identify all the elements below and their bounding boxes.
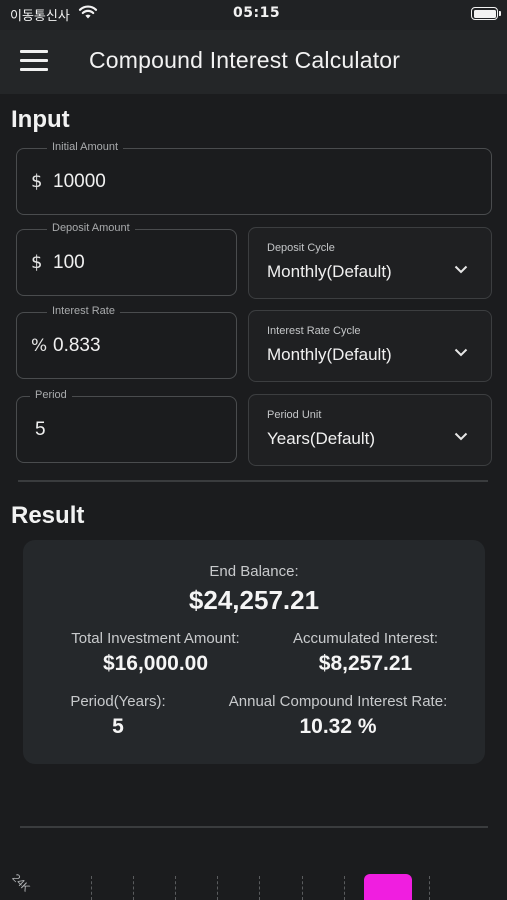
period-years-label: Period(Years):: [70, 693, 166, 710]
interest-rate-cycle-value: Monthly(Default): [267, 345, 392, 364]
period-value: 5: [35, 419, 46, 440]
interest-rate-field[interactable]: Interest Rate % 0.833: [16, 305, 237, 379]
total-investment-value: $16,000.00: [102, 652, 209, 675]
grid-line: [133, 876, 134, 900]
divider: [18, 480, 488, 482]
result-card: End Balance: $24,257.21 Total Investment…: [23, 540, 485, 764]
interest-rate-value: 0.833: [53, 335, 101, 356]
input-section-title: Input: [11, 106, 70, 133]
initial-amount-label: Initial Amount: [47, 141, 124, 153]
y-axis-tick-label: 24K: [9, 872, 32, 895]
period-years-value: 5: [112, 715, 124, 738]
interest-rate-cycle-label: Interest Rate Cycle: [267, 325, 361, 337]
deposit-amount-label: Deposit Amount: [47, 222, 135, 234]
annual-rate-value: 10.32 %: [299, 715, 377, 738]
total-investment-label: Total Investment Amount:: [71, 630, 240, 647]
grid-line: [344, 876, 345, 900]
status-bar: 이동통신사 05:15: [0, 0, 507, 30]
period-unit-select[interactable]: Period Unit Years(Default): [248, 394, 492, 466]
page-title: Compound Interest Calculator: [89, 47, 401, 73]
chevron-down-icon: [454, 348, 468, 357]
dollar-prefix: $: [31, 171, 43, 192]
chevron-down-icon: [454, 432, 468, 441]
balance-chart: 24K: [0, 828, 507, 900]
grid-line: [302, 876, 303, 900]
accumulated-interest-value: $8,257.21: [318, 652, 413, 675]
deposit-cycle-value: Monthly(Default): [267, 262, 392, 281]
grid-line: [259, 876, 260, 900]
hamburger-menu-icon[interactable]: [20, 50, 48, 72]
clock: 05:15: [233, 5, 281, 21]
carrier-label: 이동통신사: [10, 9, 70, 24]
deposit-cycle-label: Deposit Cycle: [267, 242, 335, 254]
end-balance-label: End Balance:: [209, 563, 299, 580]
deposit-amount-value: 100: [53, 252, 85, 273]
grid-line: [91, 876, 92, 900]
interest-rate-cycle-select[interactable]: Interest Rate Cycle Monthly(Default): [248, 310, 492, 382]
battery-icon: [471, 7, 501, 20]
period-unit-value: Years(Default): [267, 429, 376, 448]
period-field[interactable]: Period 5: [16, 389, 237, 463]
app-bar: Compound Interest Calculator: [0, 30, 507, 94]
grid-line: [175, 876, 176, 900]
dollar-prefix: $: [31, 252, 43, 273]
grid-line: [429, 876, 430, 900]
chevron-down-icon: [454, 265, 468, 274]
interest-rate-label: Interest Rate: [47, 305, 120, 317]
period-label: Period: [30, 389, 72, 401]
annual-rate-label: Annual Compound Interest Rate:: [228, 693, 448, 710]
initial-amount-field[interactable]: Initial Amount $ 10000: [16, 141, 492, 215]
deposit-amount-field[interactable]: Deposit Amount $ 100: [16, 222, 237, 296]
period-unit-label: Period Unit: [267, 409, 322, 421]
wifi-icon: [78, 4, 98, 24]
percent-prefix: %: [31, 336, 48, 356]
initial-amount-value: 10000: [53, 171, 106, 192]
accumulated-interest-label: Accumulated Interest:: [292, 630, 439, 647]
grid-line: [217, 876, 218, 900]
end-balance-value: $24,257.21: [188, 585, 320, 615]
deposit-cycle-select[interactable]: Deposit Cycle Monthly(Default): [248, 227, 492, 299]
chart-bar[interactable]: [364, 874, 412, 900]
result-section-title: Result: [11, 502, 85, 529]
